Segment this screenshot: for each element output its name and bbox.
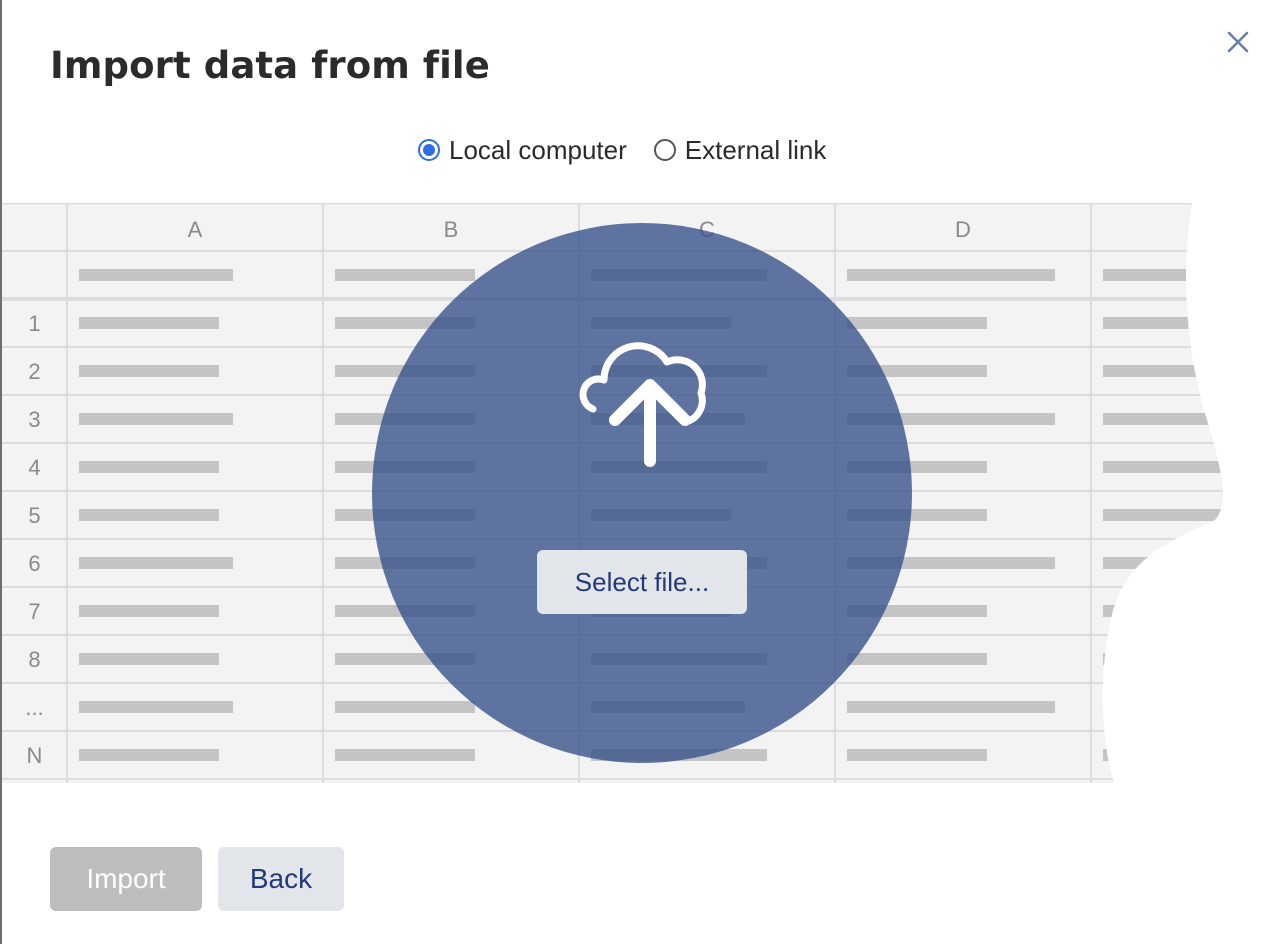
radio-local-computer-label: Local computer (449, 134, 627, 165)
cell-placeholder (79, 413, 233, 425)
column-header: A (188, 217, 203, 242)
row-number: 6 (28, 551, 40, 576)
cell-placeholder (79, 461, 219, 473)
cell-placeholder (79, 749, 219, 761)
radio-button[interactable] (653, 139, 676, 161)
upload-drop-zone[interactable] (372, 223, 912, 763)
cell-placeholder (79, 605, 219, 617)
select-file-button[interactable]: Select file... (537, 550, 747, 614)
cell-placeholder (79, 317, 219, 329)
row-number: 5 (28, 503, 40, 528)
cell-placeholder (79, 653, 219, 665)
row-number: ... (25, 695, 43, 720)
cell-placeholder (79, 701, 233, 713)
cell-placeholder (1103, 461, 1233, 473)
cell-placeholder (847, 269, 1055, 281)
row-number: 1 (28, 311, 40, 336)
cell-placeholder (79, 269, 233, 281)
import-button: Import (50, 847, 202, 911)
radio-external-link-label: External link (684, 134, 827, 165)
row-number: 3 (28, 407, 40, 432)
cell-placeholder (79, 509, 219, 521)
column-header: D (955, 217, 971, 242)
cell-placeholder (1103, 509, 1233, 521)
row-number: N (27, 743, 43, 768)
cell-placeholder (847, 317, 987, 329)
cell-placeholder (335, 269, 475, 281)
row-number: 4 (28, 455, 40, 480)
row-number: 2 (28, 359, 40, 384)
cell-placeholder (847, 749, 987, 761)
close-icon[interactable] (1222, 26, 1254, 58)
cell-placeholder (847, 653, 987, 665)
cell-placeholder (79, 557, 233, 569)
cloud-upload-icon (579, 342, 706, 467)
import-source-group: Local computer External link (418, 134, 826, 166)
radio-button-selected[interactable] (418, 139, 440, 161)
radio-external-link[interactable]: External link (653, 134, 827, 166)
row-number: 7 (28, 599, 40, 624)
dialog-title: Import data from file (50, 44, 490, 87)
cell-placeholder (335, 701, 475, 713)
radio-local-computer[interactable]: Local computer (418, 135, 627, 166)
column-header: B (444, 217, 459, 242)
cell-placeholder (847, 701, 1055, 713)
cell-placeholder (335, 749, 475, 761)
cell-placeholder (79, 365, 219, 377)
row-number: 8 (28, 647, 40, 672)
back-button[interactable]: Back (218, 847, 344, 911)
